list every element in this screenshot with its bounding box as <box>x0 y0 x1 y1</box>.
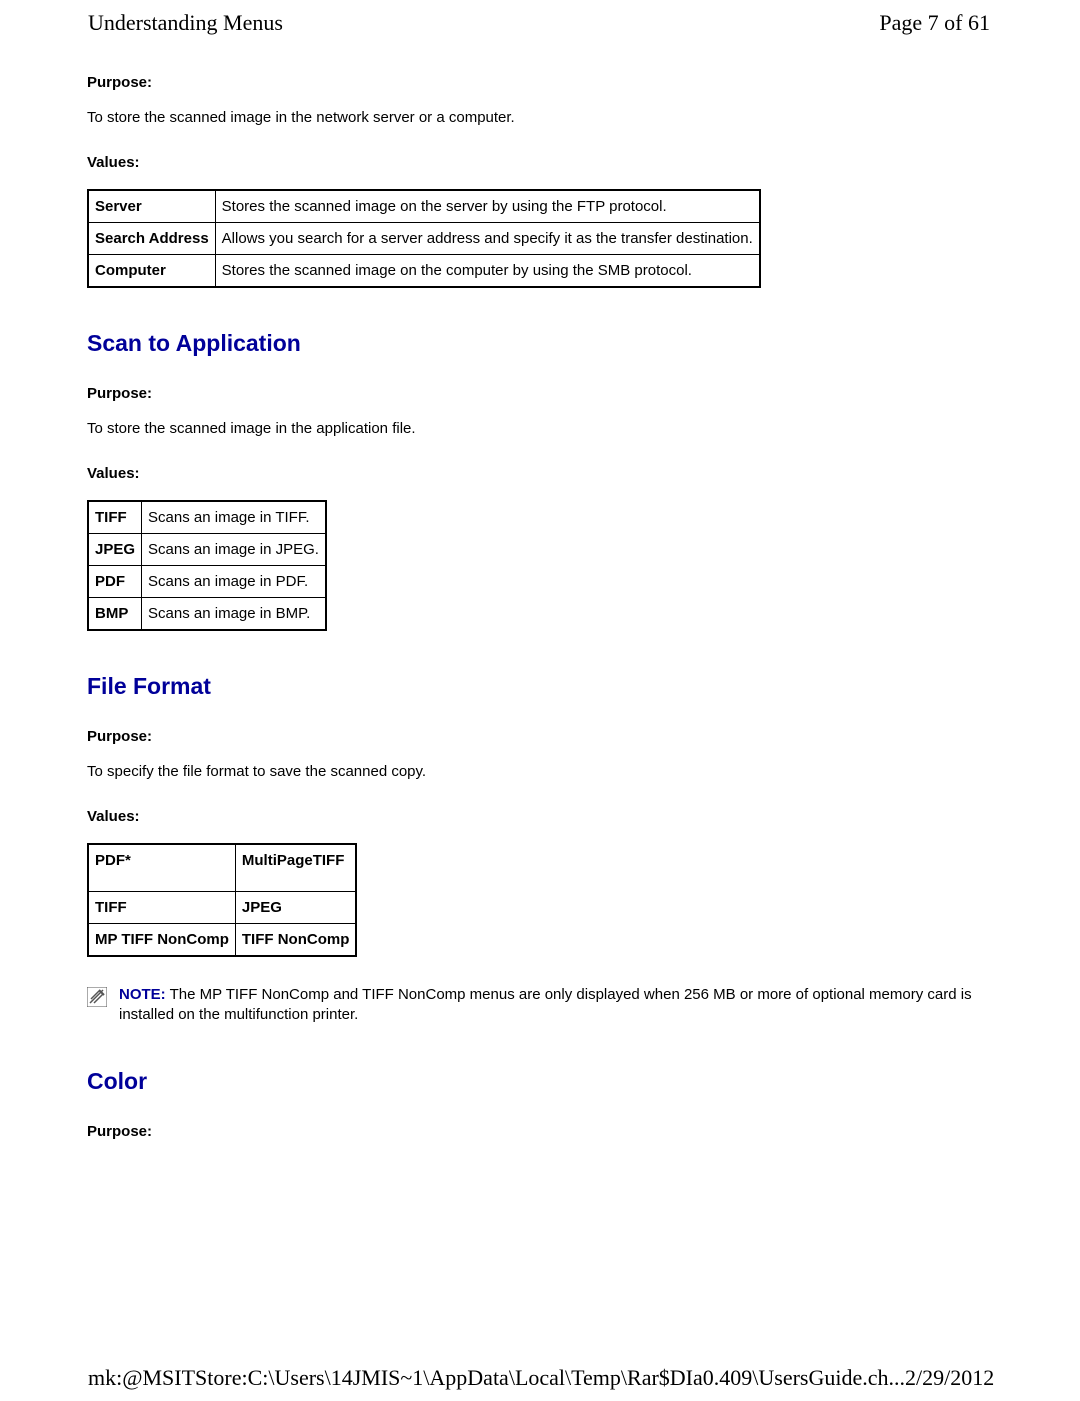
table-row: PDF Scans an image in PDF. <box>88 566 326 598</box>
value-description: Stores the scanned image on the computer… <box>215 255 760 288</box>
table-row: JPEG Scans an image in JPEG. <box>88 534 326 566</box>
header-title: Understanding Menus <box>88 10 283 36</box>
section-heading-file-format: File Format <box>87 673 990 700</box>
table-row: TIFF JPEG <box>88 892 356 924</box>
grid-cell: PDF* <box>88 844 235 892</box>
purpose-label: Purpose: <box>87 74 990 91</box>
footer-date: 2/29/2012 <box>905 1365 994 1391</box>
note-label: NOTE: <box>119 986 166 1003</box>
values-grid-table: PDF* MultiPageTIFF TIFF JPEG MP TIFF Non… <box>87 843 357 957</box>
value-description: Scans an image in BMP. <box>142 598 326 631</box>
purpose-label: Purpose: <box>87 728 990 745</box>
note-block: NOTE: The MP TIFF NonComp and TIFF NonCo… <box>87 985 990 1026</box>
value-key: PDF <box>88 566 142 598</box>
value-key: Server <box>88 190 215 223</box>
page-header: Understanding Menus Page 7 of 61 <box>0 0 1080 46</box>
value-key: JPEG <box>88 534 142 566</box>
value-key: BMP <box>88 598 142 631</box>
table-row: Computer Stores the scanned image on the… <box>88 255 760 288</box>
table-row: Search Address Allows you search for a s… <box>88 223 760 255</box>
purpose-text: To store the scanned image in the networ… <box>87 109 990 126</box>
note-text: NOTE: The MP TIFF NonComp and TIFF NonCo… <box>119 985 990 1026</box>
purpose-text: To store the scanned image in the applic… <box>87 420 990 437</box>
value-description: Scans an image in TIFF. <box>142 501 326 534</box>
grid-cell: MP TIFF NonComp <box>88 924 235 957</box>
value-description: Scans an image in JPEG. <box>142 534 326 566</box>
table-row: TIFF Scans an image in TIFF. <box>88 501 326 534</box>
values-table: Server Stores the scanned image on the s… <box>87 189 761 288</box>
grid-cell: TIFF NonComp <box>235 924 356 957</box>
header-page-number: Page 7 of 61 <box>879 10 990 36</box>
value-description: Stores the scanned image on the server b… <box>215 190 760 223</box>
grid-cell: TIFF <box>88 892 235 924</box>
value-description: Allows you search for a server address a… <box>215 223 760 255</box>
purpose-label: Purpose: <box>87 1123 990 1140</box>
value-key: TIFF <box>88 501 142 534</box>
grid-cell: JPEG <box>235 892 356 924</box>
value-key: Computer <box>88 255 215 288</box>
footer-path: mk:@MSITStore:C:\Users\14JMIS~1\AppData\… <box>88 1365 905 1391</box>
note-icon <box>87 987 107 1007</box>
purpose-text: To specify the file format to save the s… <box>87 763 990 780</box>
grid-cell: MultiPageTIFF <box>235 844 356 892</box>
table-row: BMP Scans an image in BMP. <box>88 598 326 631</box>
value-key: Search Address <box>88 223 215 255</box>
values-label: Values: <box>87 808 990 825</box>
table-row: PDF* MultiPageTIFF <box>88 844 356 892</box>
page-content: Purpose: To store the scanned image in t… <box>0 74 1080 1140</box>
values-label: Values: <box>87 154 990 171</box>
section-heading-scan-to-application: Scan to Application <box>87 330 990 357</box>
values-table: TIFF Scans an image in TIFF. JPEG Scans … <box>87 500 327 631</box>
table-row: MP TIFF NonComp TIFF NonComp <box>88 924 356 957</box>
page-footer: mk:@MSITStore:C:\Users\14JMIS~1\AppData\… <box>0 1355 1078 1401</box>
section-heading-color: Color <box>87 1068 990 1095</box>
value-description: Scans an image in PDF. <box>142 566 326 598</box>
table-row: Server Stores the scanned image on the s… <box>88 190 760 223</box>
values-label: Values: <box>87 465 990 482</box>
purpose-label: Purpose: <box>87 385 990 402</box>
note-body: The MP TIFF NonComp and TIFF NonComp men… <box>119 986 972 1023</box>
